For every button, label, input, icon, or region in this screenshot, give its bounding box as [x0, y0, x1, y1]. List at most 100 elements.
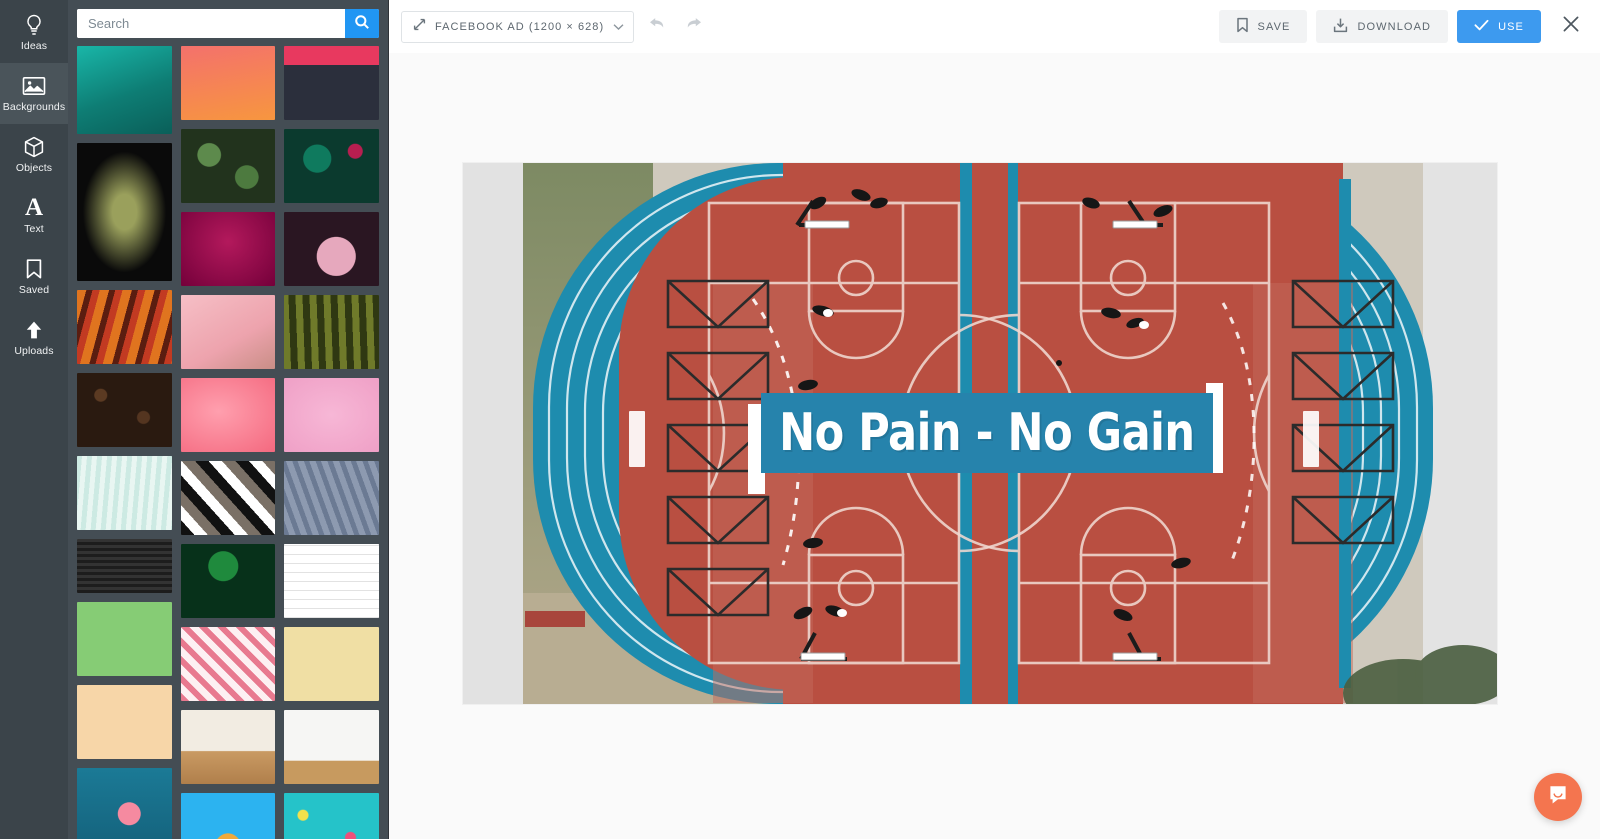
thumbnail-red-green-plant[interactable]	[284, 129, 380, 203]
thumbnail-orange-gradient[interactable]	[180, 46, 276, 120]
search-input[interactable]	[77, 9, 345, 38]
thumbnail-pink-stripes[interactable]	[180, 627, 276, 701]
sidebar-item-label: Saved	[18, 284, 50, 296]
thumbnail-image	[77, 685, 172, 759]
thumbnail-image	[77, 456, 172, 530]
sidebar-item-label: Objects	[15, 162, 53, 174]
redo-arrow-icon	[684, 16, 703, 37]
thumbnail-squash-on-black[interactable]	[77, 143, 172, 281]
thumbnail-image	[77, 602, 172, 676]
left-nav-rail: Ideas Backgrounds Objects A Text Saved U…	[0, 0, 68, 839]
use-button[interactable]: USE	[1457, 10, 1541, 43]
toolbar-left-group: FACEBOOK AD (1200 × 628)	[401, 10, 706, 43]
redo-button[interactable]	[680, 14, 706, 40]
thumbnail-image	[180, 461, 276, 535]
thumbnail-dark-green-foliage[interactable]	[180, 544, 276, 618]
thumbnail-image	[77, 143, 172, 281]
close-button[interactable]	[1556, 12, 1586, 42]
thumbnail-masonry	[77, 46, 380, 839]
thumbnail-image	[180, 793, 276, 839]
design-canvas[interactable]: No Pain - No Gain	[463, 163, 1497, 704]
image-icon	[22, 74, 46, 98]
thumbnail-image	[284, 295, 380, 369]
thumbnail-image	[180, 129, 276, 203]
chat-launcher-button[interactable]	[1534, 773, 1582, 821]
close-x-icon	[1562, 15, 1580, 38]
thumbnail-dark-wood-texture[interactable]	[77, 539, 172, 593]
thumbnail-image	[284, 793, 380, 839]
thumbnail-column-1	[77, 46, 172, 839]
search-row	[68, 0, 388, 46]
search-icon	[354, 14, 370, 33]
thumbnail-chic-happens-poster[interactable]	[284, 46, 380, 120]
thumbnail-cream-solid[interactable]	[284, 627, 380, 701]
undo-button[interactable]	[644, 14, 670, 40]
sidebar-item-objects[interactable]: Objects	[0, 124, 68, 185]
thumbnail-white-interior[interactable]	[284, 710, 380, 784]
thumbnail-pink-fan-leaves[interactable]	[284, 212, 380, 286]
thumbnail-image	[284, 378, 380, 452]
thumbnail-image	[77, 539, 172, 593]
backgrounds-panel	[68, 0, 389, 839]
thumbnail-bright-room[interactable]	[180, 710, 276, 784]
thumbnail-pink-watercolor[interactable]	[180, 378, 276, 452]
thumbnail-image	[77, 290, 172, 364]
sidebar-item-text[interactable]: A Text	[0, 185, 68, 246]
download-button[interactable]: DOWNLOAD	[1316, 10, 1449, 43]
thumbnail-image	[284, 544, 380, 618]
sidebar-item-label: Ideas	[20, 40, 48, 52]
thumbnail-tiger-stripes[interactable]	[77, 290, 172, 364]
thumbnail-scroll-area[interactable]	[68, 46, 388, 839]
editor-toolbar: FACEBOOK AD (1200 × 628) SAVE DOWNLOAD U…	[389, 0, 1600, 53]
thumbnail-pink-fur[interactable]	[284, 378, 380, 452]
thumbnail-peach-solid[interactable]	[77, 685, 172, 759]
thumbnail-image	[77, 46, 172, 134]
thumbnail-dotted-paper[interactable]	[284, 544, 380, 618]
thumbnail-coffee-beans[interactable]	[77, 373, 172, 447]
sidebar-item-saved[interactable]: Saved	[0, 246, 68, 307]
thumbnail-magenta-texture[interactable]	[180, 212, 276, 286]
letter-a-icon: A	[24, 194, 44, 221]
design-headline: No Pain - No Gain	[779, 403, 1195, 463]
toolbar-right-group: SAVE DOWNLOAD USE	[1218, 10, 1586, 43]
thumbnail-green-leaves[interactable]	[180, 129, 276, 203]
canvas-size-label: FACEBOOK AD (1200 × 628)	[435, 20, 605, 33]
thumbnail-pool-water[interactable]	[77, 456, 172, 530]
sidebar-item-ideas[interactable]: Ideas	[0, 2, 68, 63]
thumbnail-flowers-on-teal[interactable]	[77, 768, 172, 839]
sidebar-item-label: Uploads	[14, 345, 54, 357]
thumbnail-green-grass-macro[interactable]	[284, 295, 380, 369]
thumbnail-image	[180, 295, 276, 369]
thumbnail-image	[284, 627, 380, 701]
cube-icon	[22, 135, 46, 159]
thumbnail-image	[180, 544, 276, 618]
thumbnail-image	[77, 373, 172, 447]
search-button[interactable]	[345, 9, 379, 38]
download-label: DOWNLOAD	[1357, 20, 1432, 33]
thumbnail-blue-fur[interactable]	[284, 461, 380, 535]
thumbnail-green-solid[interactable]	[77, 602, 172, 676]
thumbnail-fashion-model-teal[interactable]	[77, 46, 172, 134]
canvas-size-dropdown[interactable]: FACEBOOK AD (1200 × 628)	[401, 10, 635, 43]
sidebar-item-uploads[interactable]: Uploads	[0, 307, 68, 368]
text-banner: No Pain - No Gain	[761, 393, 1213, 473]
resize-diagonal-icon	[413, 18, 426, 36]
thumbnail-black-white-shapes[interactable]	[180, 461, 276, 535]
thumbnail-column-2	[180, 46, 276, 839]
thumbnail-image	[180, 46, 276, 120]
sidebar-item-label: Backgrounds	[2, 101, 66, 113]
thumbnail-pink-palm-leaves[interactable]	[180, 295, 276, 369]
upload-arrow-icon	[22, 318, 46, 342]
use-label: USE	[1498, 20, 1524, 33]
check-icon	[1474, 19, 1489, 34]
thumbnail-blue-illustration[interactable]	[180, 793, 276, 839]
design-text-element[interactable]: No Pain - No Gain	[748, 383, 1223, 494]
save-button[interactable]: SAVE	[1218, 10, 1308, 43]
undo-arrow-icon	[648, 16, 667, 37]
thumbnail-confetti-pattern[interactable]	[284, 793, 380, 839]
bookmark-icon	[22, 257, 46, 281]
sidebar-item-label: Text	[24, 223, 44, 235]
main-area: FACEBOOK AD (1200 × 628) SAVE DOWNLOAD U…	[389, 0, 1600, 839]
thumbnail-image	[284, 129, 380, 203]
sidebar-item-backgrounds[interactable]: Backgrounds	[0, 63, 68, 124]
